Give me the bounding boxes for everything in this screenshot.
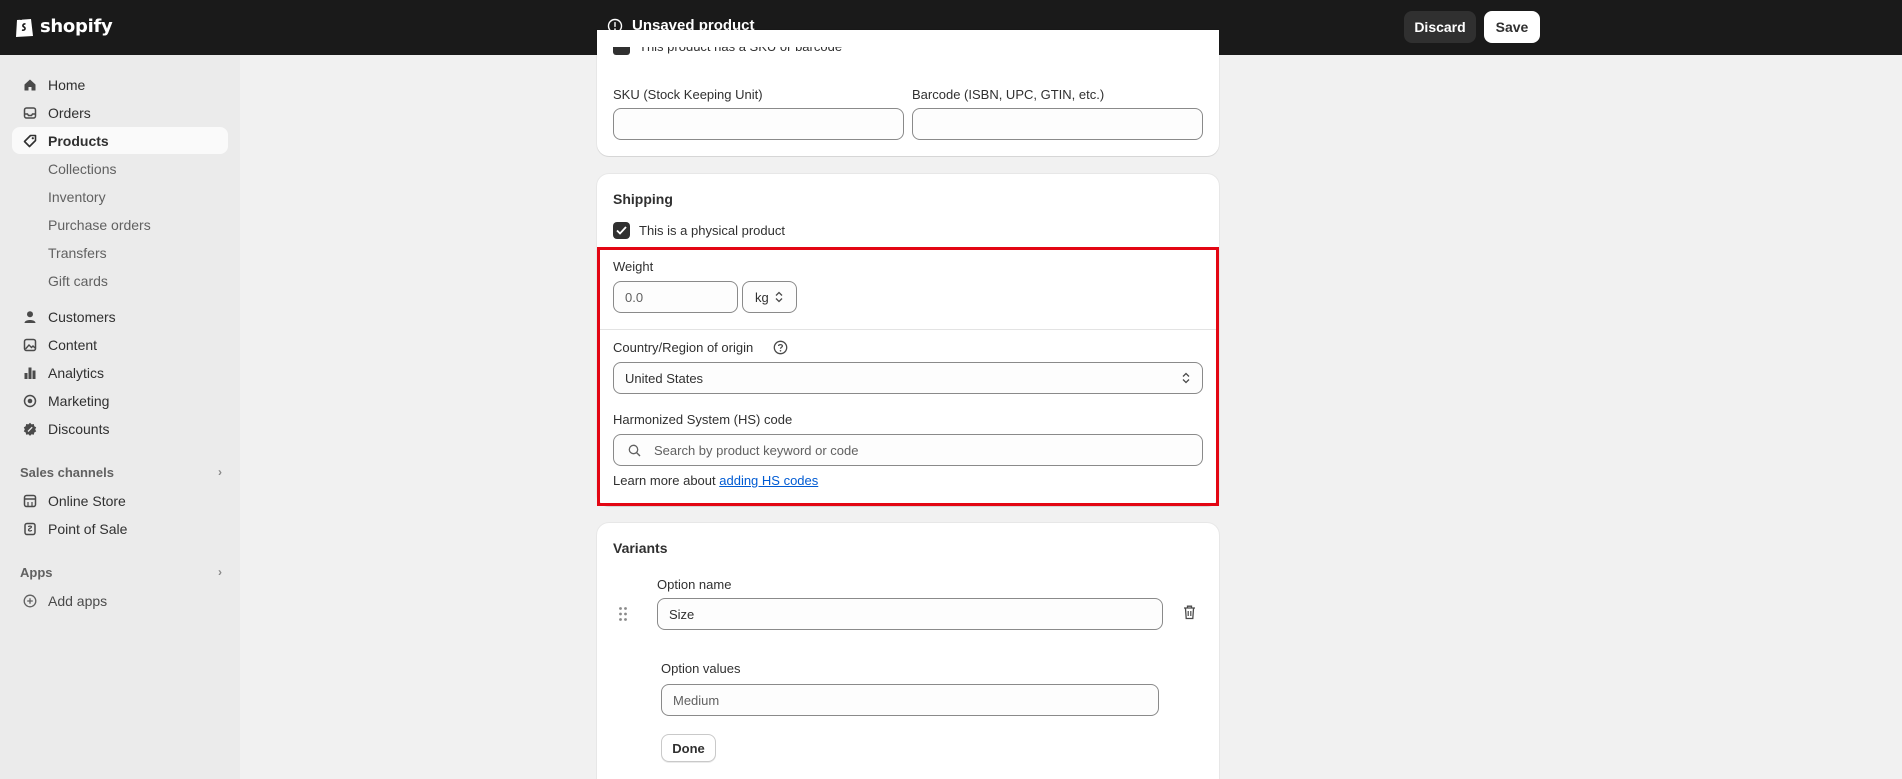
sidebar-item-home[interactable]: Home [12,71,228,98]
inbox-icon [22,105,38,121]
sidebar-item-label: Marketing [48,392,110,409]
sidebar: Home Orders Products Collections Invento… [0,55,240,779]
done-button[interactable]: Done [661,734,716,762]
discard-button[interactable]: Discard [1404,11,1476,43]
sidebar-item-label: Discounts [48,420,110,437]
option-name-label: Option name [657,577,732,592]
plus-circle-icon [22,593,38,609]
sku-checkbox[interactable] [613,47,630,55]
shopify-logo[interactable]: shopify [14,14,113,38]
option-name-input[interactable]: Size [657,598,1163,630]
sales-channels-header[interactable]: Sales channels › [20,462,222,482]
sidebar-subitem-inventory[interactable]: Inventory [48,189,106,209]
option-values-label: Option values [661,661,741,676]
barcode-label: Barcode (ISBN, UPC, GTIN, etc.) [912,87,1105,102]
physical-product-checkbox[interactable] [613,222,630,239]
checkmark-icon [616,226,627,235]
shipping-title: Shipping [613,191,673,207]
trash-icon[interactable] [1183,605,1196,620]
person-icon [22,309,38,325]
tag-icon [22,133,38,149]
sku-input[interactable] [613,108,904,140]
save-button[interactable]: Save [1484,11,1540,43]
sidebar-item-label: Orders [48,104,91,121]
sidebar-item-label: Content [48,336,98,353]
store-icon [22,493,38,509]
sidebar-item-products[interactable]: Products [12,127,228,154]
sales-channels-label: Sales channels [20,464,114,480]
variants-title: Variants [613,540,668,556]
sidebar-item-customers[interactable]: Customers [12,303,228,330]
logo-text: shopify [40,15,113,37]
sidebar-item-content[interactable]: Content [12,331,228,358]
sidebar-item-discounts[interactable]: Discounts [12,415,228,442]
sidebar-item-point-of-sale[interactable]: Point of Sale [12,515,228,542]
apps-label: Apps [20,564,53,580]
sidebar-subitem-transfers[interactable]: Transfers [48,245,107,265]
image-icon [22,337,38,353]
sidebar-item-label: Products [48,132,109,149]
apps-header[interactable]: Apps › [20,562,222,582]
physical-product-label: This is a physical product [639,223,785,238]
sidebar-subitem-gift-cards[interactable]: Gift cards [48,273,108,293]
sidebar-item-label: Home [48,76,86,93]
sidebar-item-label: Point of Sale [48,520,128,537]
sidebar-item-label: Online Store [48,492,126,509]
bar-chart-icon [22,365,38,381]
sidebar-item-label: Add apps [48,592,108,609]
sku-checkbox-label: This product has a SKU or barcode [639,47,842,55]
target-icon [22,393,38,409]
discount-icon [22,421,38,437]
sidebar-item-analytics[interactable]: Analytics [12,359,228,386]
chevron-right-icon: › [218,565,222,579]
sku-checkbox-label-clip: This product has a SKU or barcode [639,47,842,56]
pos-icon [22,521,38,537]
sidebar-item-label: Customers [48,308,116,325]
sidebar-subitem-purchase-orders[interactable]: Purchase orders [48,217,151,237]
sidebar-item-online-store[interactable]: Online Store [12,487,228,514]
chevron-right-icon: › [218,465,222,479]
sidebar-item-orders[interactable]: Orders [12,99,228,126]
shopify-bag-icon [16,15,33,37]
drag-handle-icon[interactable] [618,606,628,622]
highlight-box [597,247,1219,506]
sidebar-item-add-apps[interactable]: Add apps [12,587,228,614]
sidebar-subitem-collections[interactable]: Collections [48,161,116,181]
sku-label: SKU (Stock Keeping Unit) [613,87,763,102]
sidebar-item-label: Analytics [48,364,105,381]
home-icon [22,77,38,93]
option-value-input[interactable]: Medium [661,684,1159,716]
sidebar-item-marketing[interactable]: Marketing [12,387,228,414]
barcode-input[interactable] [912,108,1203,140]
